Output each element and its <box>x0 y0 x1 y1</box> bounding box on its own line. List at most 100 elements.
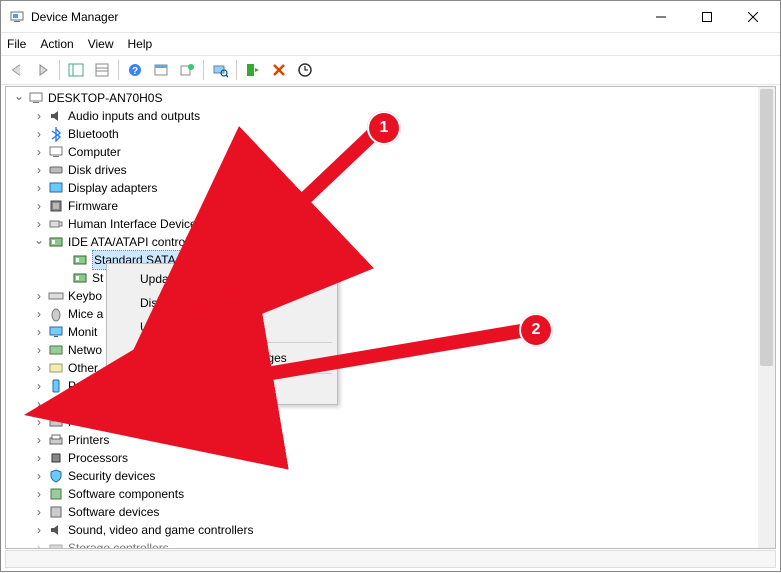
ctx-properties[interactable]: Properties <box>110 377 334 401</box>
chevron-right-icon[interactable] <box>32 523 46 537</box>
chevron-right-icon[interactable] <box>32 199 46 213</box>
tree-node-software-devices[interactable]: Software devices <box>8 503 775 521</box>
chevron-right-icon[interactable] <box>32 505 46 519</box>
help-button[interactable]: ? <box>123 58 147 82</box>
tree-node-hid[interactable]: Human Interface Devices <box>8 215 775 233</box>
chevron-right-icon[interactable] <box>32 361 46 375</box>
chevron-right-icon[interactable] <box>32 469 46 483</box>
tree-node-label: Audio inputs and outputs <box>68 107 200 125</box>
tree-node-label: Printers <box>68 431 109 449</box>
storage-icon <box>48 540 64 548</box>
firmware-icon <box>48 198 64 214</box>
audio-icon <box>48 108 64 124</box>
sound-icon <box>48 522 64 538</box>
tree-node-software-components[interactable]: Software components <box>8 485 775 503</box>
ctx-update-driver[interactable]: Update driver <box>110 267 334 291</box>
menubar: File Action View Help <box>1 33 780 55</box>
controller-icon <box>72 252 88 268</box>
keyboard-icon <box>48 288 64 304</box>
menu-help[interactable]: Help <box>128 37 153 51</box>
tree-node-bluetooth[interactable]: Bluetooth <box>8 125 775 143</box>
tree-node-storage[interactable]: Storage controllers <box>8 539 775 548</box>
menu-view[interactable]: View <box>88 37 114 51</box>
show-hide-tree-button[interactable] <box>64 58 88 82</box>
chevron-right-icon[interactable] <box>32 379 46 393</box>
scan-hardware-button[interactable] <box>208 58 232 82</box>
chevron-right-icon[interactable] <box>32 127 46 141</box>
enable-device-button[interactable] <box>241 58 265 82</box>
chevron-right-icon[interactable] <box>32 109 46 123</box>
tree-node-label: Print queues <box>68 413 135 431</box>
mouse-icon <box>48 306 64 322</box>
component-icon <box>48 486 64 502</box>
titlebar: Device Manager <box>1 1 780 33</box>
tree-node-label: Human Interface Devices <box>68 215 203 233</box>
svg-text:?: ? <box>132 66 138 77</box>
device-tree-pane: DESKTOP-AN70H0S Audio inputs and outputs… <box>5 86 776 549</box>
chevron-right-icon[interactable] <box>32 415 46 429</box>
tree-node-processors[interactable]: Processors <box>8 449 775 467</box>
toolbar-icon[interactable] <box>149 58 173 82</box>
close-button[interactable] <box>730 2 776 32</box>
tree-node-disk[interactable]: Disk drives <box>8 161 775 179</box>
chevron-down-icon[interactable] <box>32 235 46 249</box>
separator <box>59 60 60 80</box>
vertical-scrollbar[interactable] <box>758 87 775 548</box>
forward-button[interactable] <box>31 58 55 82</box>
tree-node-label: Monit <box>68 323 97 341</box>
uninstall-device-button[interactable] <box>267 58 291 82</box>
chevron-right-icon[interactable] <box>32 343 46 357</box>
software-device-icon <box>48 504 64 520</box>
computer-icon <box>28 90 44 106</box>
chevron-right-icon[interactable] <box>32 451 46 465</box>
tree-node-security[interactable]: Security devices <box>8 467 775 485</box>
chevron-right-icon[interactable] <box>32 397 46 411</box>
ctx-item-label: Disable device <box>140 296 218 310</box>
chevron-down-icon[interactable] <box>12 91 26 105</box>
separator <box>203 60 204 80</box>
toolbar-icon[interactable] <box>175 58 199 82</box>
menu-file[interactable]: File <box>7 37 26 51</box>
tree-root[interactable]: DESKTOP-AN70H0S <box>8 89 775 107</box>
tree-node-print-queues[interactable]: Print queues <box>8 413 775 431</box>
chevron-right-icon[interactable] <box>32 181 46 195</box>
tree-node-label: Security devices <box>68 467 155 485</box>
minimize-button[interactable] <box>638 2 684 32</box>
chevron-right-icon[interactable] <box>32 289 46 303</box>
ctx-item-label: Update driver <box>140 272 212 286</box>
chevron-right-icon[interactable] <box>32 487 46 501</box>
tree-node-label: Display adapters <box>68 179 157 197</box>
chevron-right-icon[interactable] <box>32 163 46 177</box>
chevron-right-icon[interactable] <box>32 541 46 548</box>
tree-node-computer[interactable]: Computer <box>8 143 775 161</box>
toolbar-icon[interactable] <box>293 58 317 82</box>
ctx-disable-device[interactable]: Disable device <box>110 291 334 315</box>
ctx-scan-hardware[interactable]: Scan for hardware changes <box>110 346 334 370</box>
menu-action[interactable]: Action <box>40 37 73 51</box>
properties-button-toolbar[interactable] <box>90 58 114 82</box>
maximize-button[interactable] <box>684 2 730 32</box>
tree-root-label: DESKTOP-AN70H0S <box>48 89 163 107</box>
tree-node-firmware[interactable]: Firmware <box>8 197 775 215</box>
ctx-uninstall-device[interactable]: Uninstall device <box>110 315 334 339</box>
cpu-icon <box>48 450 64 466</box>
tree-node-label: Disk drives <box>68 161 127 179</box>
tree-node-display[interactable]: Display adapters <box>8 179 775 197</box>
chevron-right-icon[interactable] <box>32 307 46 321</box>
network-icon <box>48 342 64 358</box>
tree-node-label: Portal <box>68 377 99 395</box>
chevron-right-icon[interactable] <box>32 325 46 339</box>
ctx-item-label: Properties <box>140 382 199 396</box>
back-button[interactable] <box>5 58 29 82</box>
tree-node-sound[interactable]: Sound, video and game controllers <box>8 521 775 539</box>
tree-node-ide[interactable]: IDE ATA/ATAPI controllers <box>8 233 775 251</box>
tree-node-printers[interactable]: Printers <box>8 431 775 449</box>
chevron-right-icon[interactable] <box>32 433 46 447</box>
chevron-right-icon[interactable] <box>32 217 46 231</box>
tree-node-label: Computer <box>68 143 121 161</box>
scrollbar-thumb[interactable] <box>760 89 773 366</box>
tree-node-audio[interactable]: Audio inputs and outputs <box>8 107 775 125</box>
computer-icon <box>48 144 64 160</box>
chevron-right-icon[interactable] <box>32 145 46 159</box>
disk-icon <box>48 162 64 178</box>
